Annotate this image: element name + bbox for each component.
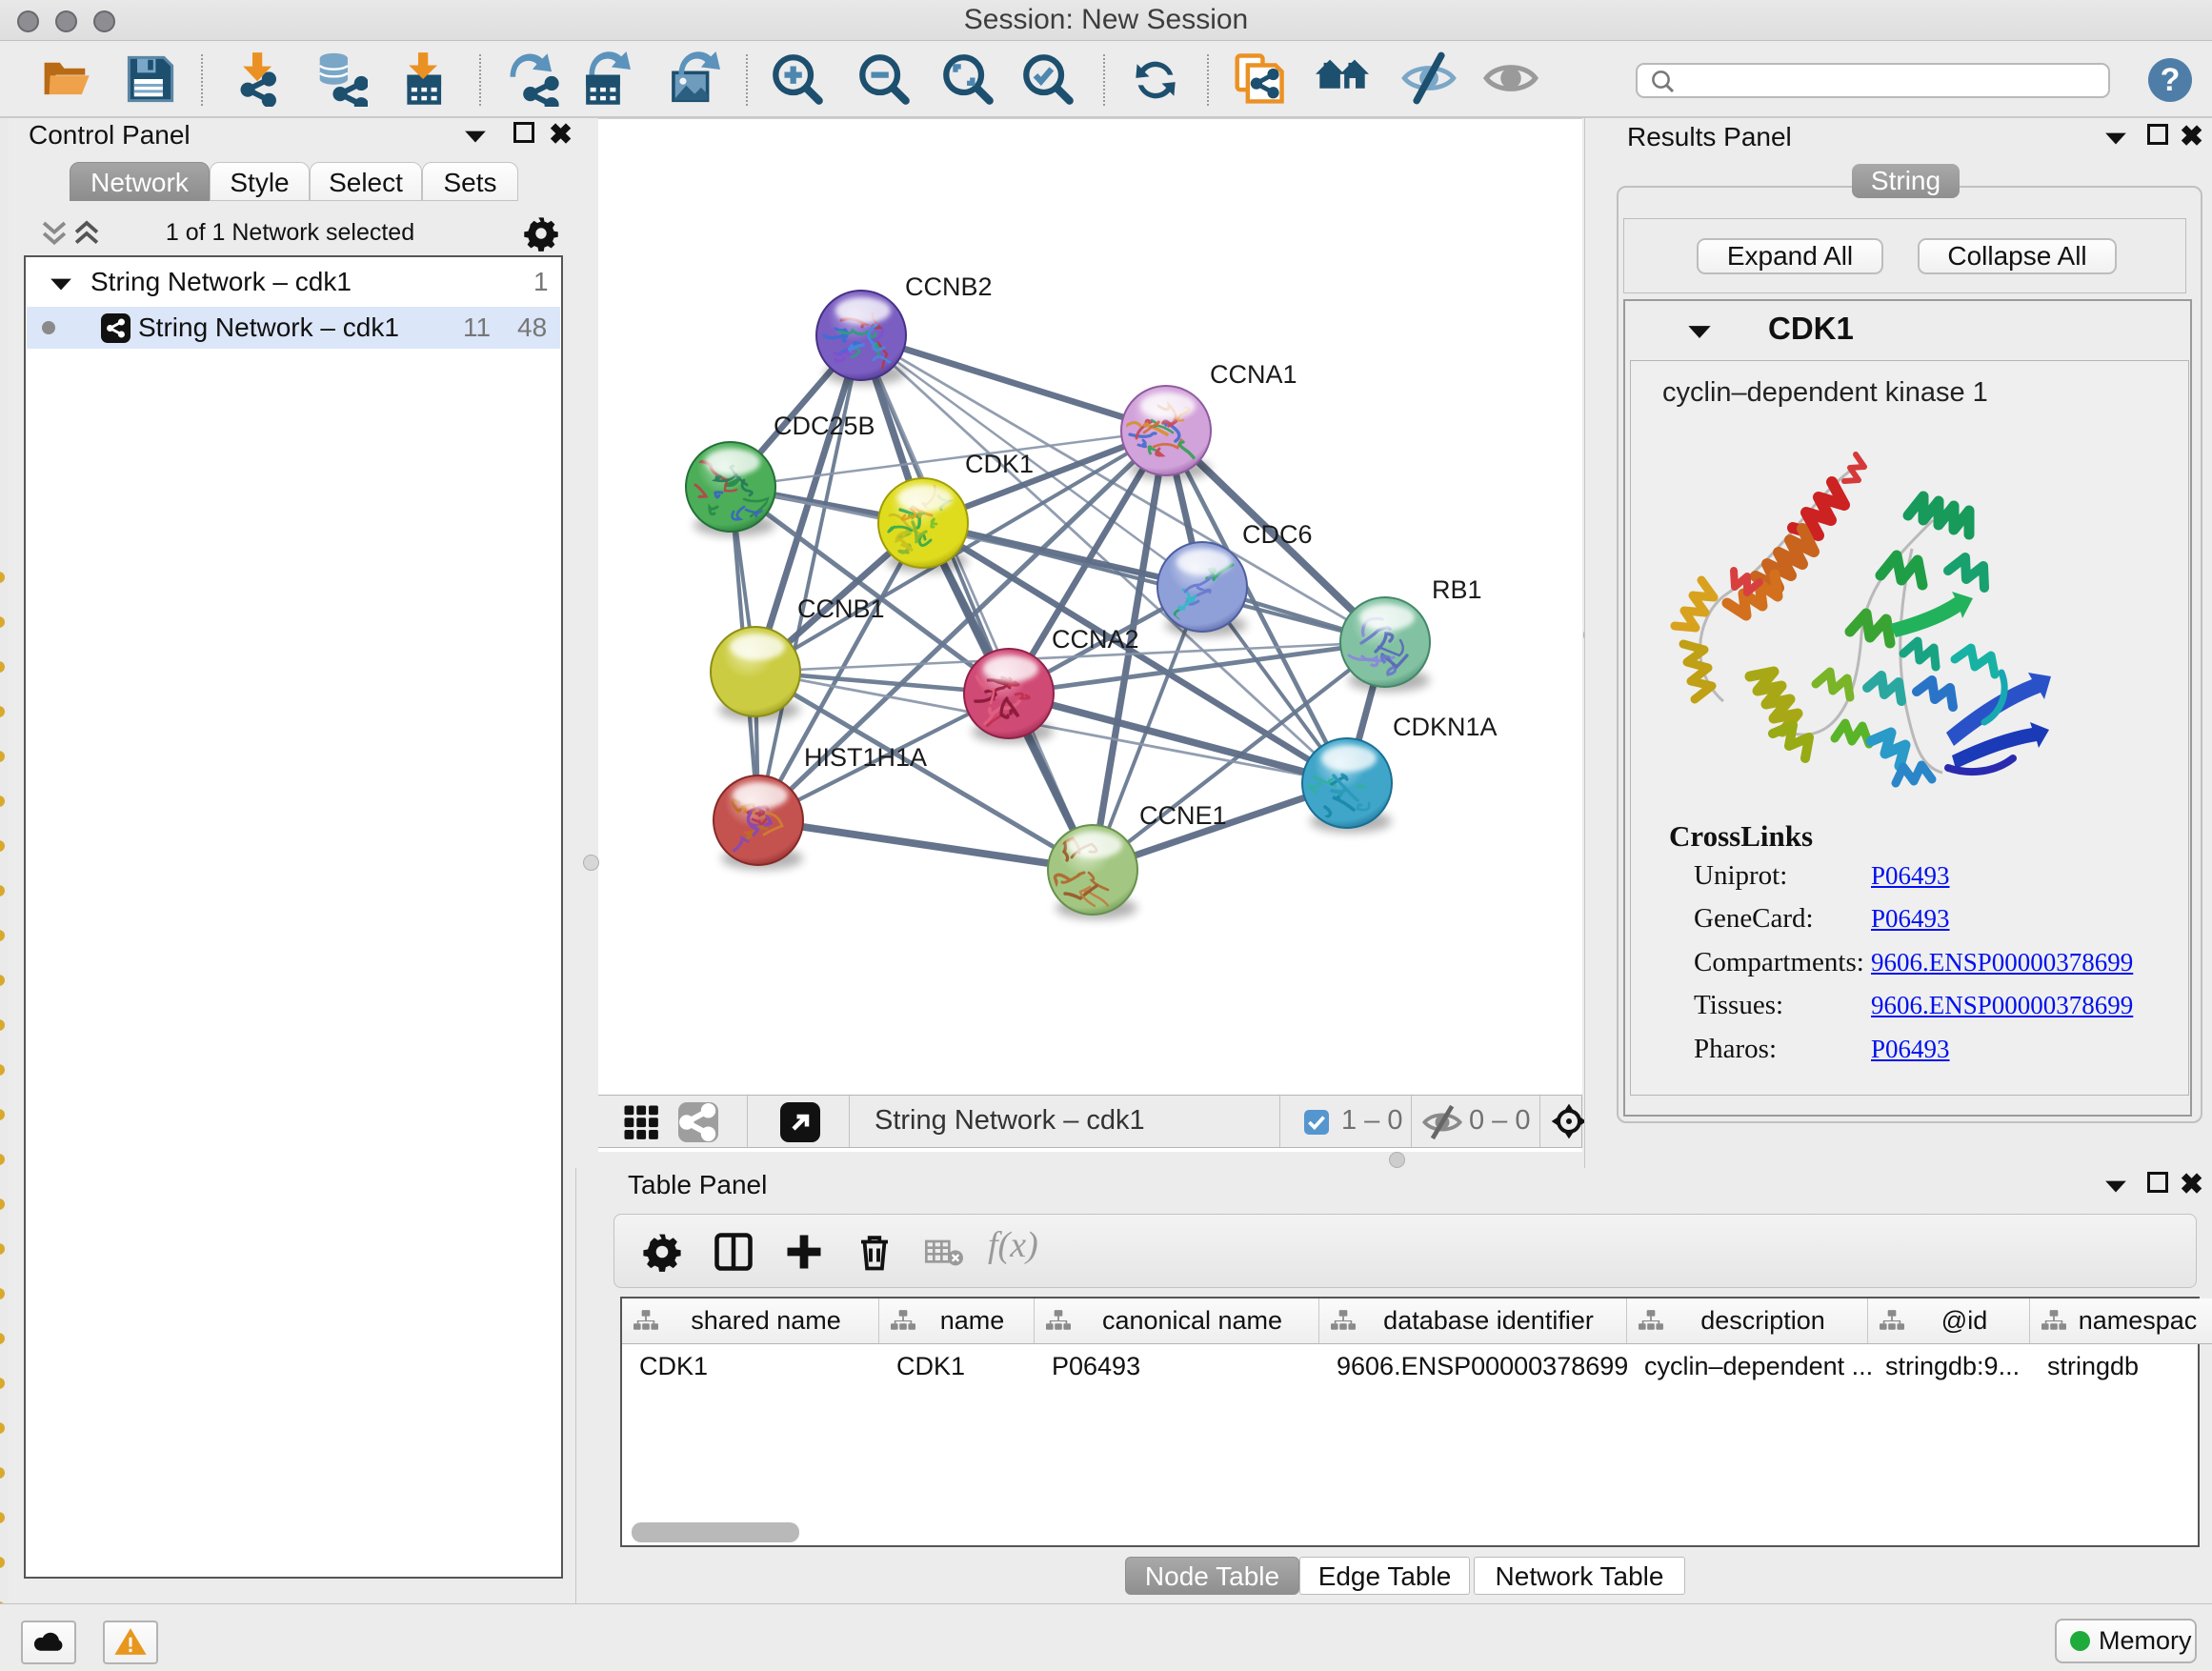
svg-text:CDKN1A: CDKN1A xyxy=(1393,713,1498,741)
svg-text:CDC25B: CDC25B xyxy=(774,412,875,440)
svg-text:CDK1: CDK1 xyxy=(965,450,1034,478)
svg-text:CDC6: CDC6 xyxy=(1242,520,1313,549)
svg-text:HIST1H1A: HIST1H1A xyxy=(804,743,927,772)
svg-text:CCNB1: CCNB1 xyxy=(797,594,885,623)
svg-text:RB1: RB1 xyxy=(1432,575,1482,604)
svg-text:CCNA2: CCNA2 xyxy=(1052,625,1139,654)
svg-text:CCNB2: CCNB2 xyxy=(905,272,993,301)
svg-text:CCNE1: CCNE1 xyxy=(1139,801,1227,830)
svg-text:CCNA1: CCNA1 xyxy=(1210,360,1297,389)
